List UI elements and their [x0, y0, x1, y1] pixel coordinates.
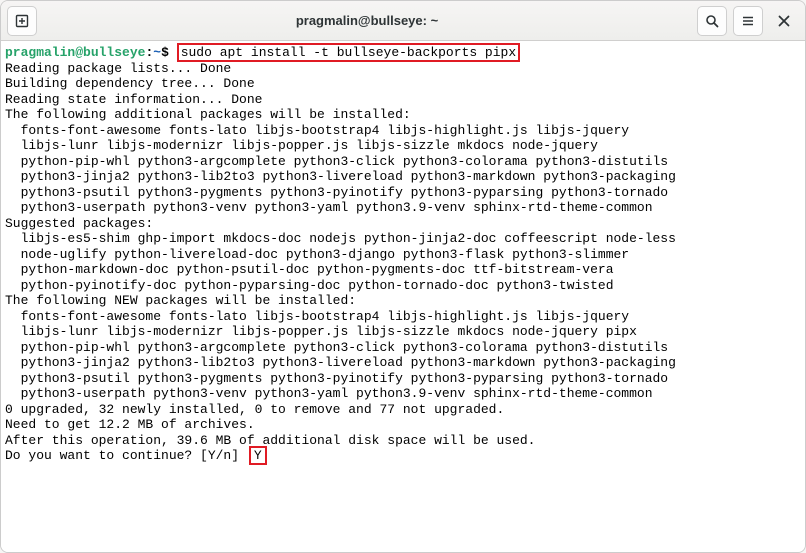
- window-title: pragmalin@bullseye: ~: [43, 13, 691, 28]
- output-line: python3-psutil python3-pygments python3-…: [5, 371, 801, 387]
- output-line: python-pip-whl python3-argcomplete pytho…: [5, 154, 801, 170]
- output-line: python3-userpath python3-venv python3-ya…: [5, 200, 801, 216]
- output-line: python3-jinja2 python3-lib2to3 python3-l…: [5, 355, 801, 371]
- command-highlight: sudo apt install -t bullseye-backports p…: [177, 43, 520, 62]
- output-line: Building dependency tree... Done: [5, 76, 801, 92]
- output-line: 0 upgraded, 32 newly installed, 0 to rem…: [5, 402, 801, 418]
- output-line: After this operation, 39.6 MB of additio…: [5, 433, 801, 449]
- hamburger-icon: [741, 14, 755, 28]
- prompt-question: Do you want to continue? [Y/n]: [5, 448, 247, 463]
- menu-button[interactable]: [733, 6, 763, 36]
- output-line: fonts-font-awesome fonts-lato libjs-boot…: [5, 123, 801, 139]
- output-line: The following NEW packages will be insta…: [5, 293, 801, 309]
- search-icon: [705, 14, 719, 28]
- output-line: python3-userpath python3-venv python3-ya…: [5, 386, 801, 402]
- output-line: python3-psutil python3-pygments python3-…: [5, 185, 801, 201]
- terminal-window: pragmalin@bullseye: ~ pragmalin@bullseye…: [0, 0, 806, 553]
- terminal-output[interactable]: pragmalin@bullseye:~$ sudo apt install -…: [1, 41, 805, 552]
- answer-highlight: Y: [249, 446, 267, 465]
- prompt-user: pragmalin@bullseye: [5, 45, 145, 60]
- output-line: python3-jinja2 python3-lib2to3 python3-l…: [5, 169, 801, 185]
- output-line: Suggested packages:: [5, 216, 801, 232]
- new-tab-button[interactable]: [7, 6, 37, 36]
- output-line: libjs-lunr libjs-modernizr libjs-popper.…: [5, 324, 801, 340]
- titlebar: pragmalin@bullseye: ~: [1, 1, 805, 41]
- output-line: fonts-font-awesome fonts-lato libjs-boot…: [5, 309, 801, 325]
- prompt-path: ~: [153, 45, 161, 60]
- output-line: node-uglify python-livereload-doc python…: [5, 247, 801, 263]
- output-line: libjs-lunr libjs-modernizr libjs-popper.…: [5, 138, 801, 154]
- new-tab-icon: [15, 14, 29, 28]
- prompt-dollar: $: [161, 45, 169, 60]
- search-button[interactable]: [697, 6, 727, 36]
- output-line: Reading package lists... Done: [5, 61, 801, 77]
- close-icon: [778, 15, 790, 27]
- output-line: Need to get 12.2 MB of archives.: [5, 417, 801, 433]
- close-button[interactable]: [769, 6, 799, 36]
- output-line: python-markdown-doc python-psutil-doc py…: [5, 262, 801, 278]
- output-line: python-pyinotify-doc python-pyparsing-do…: [5, 278, 801, 294]
- output-line: Reading state information... Done: [5, 92, 801, 108]
- output-line: python-pip-whl python3-argcomplete pytho…: [5, 340, 801, 356]
- output-line: The following additional packages will b…: [5, 107, 801, 123]
- output-line: libjs-es5-shim ghp-import mkdocs-doc nod…: [5, 231, 801, 247]
